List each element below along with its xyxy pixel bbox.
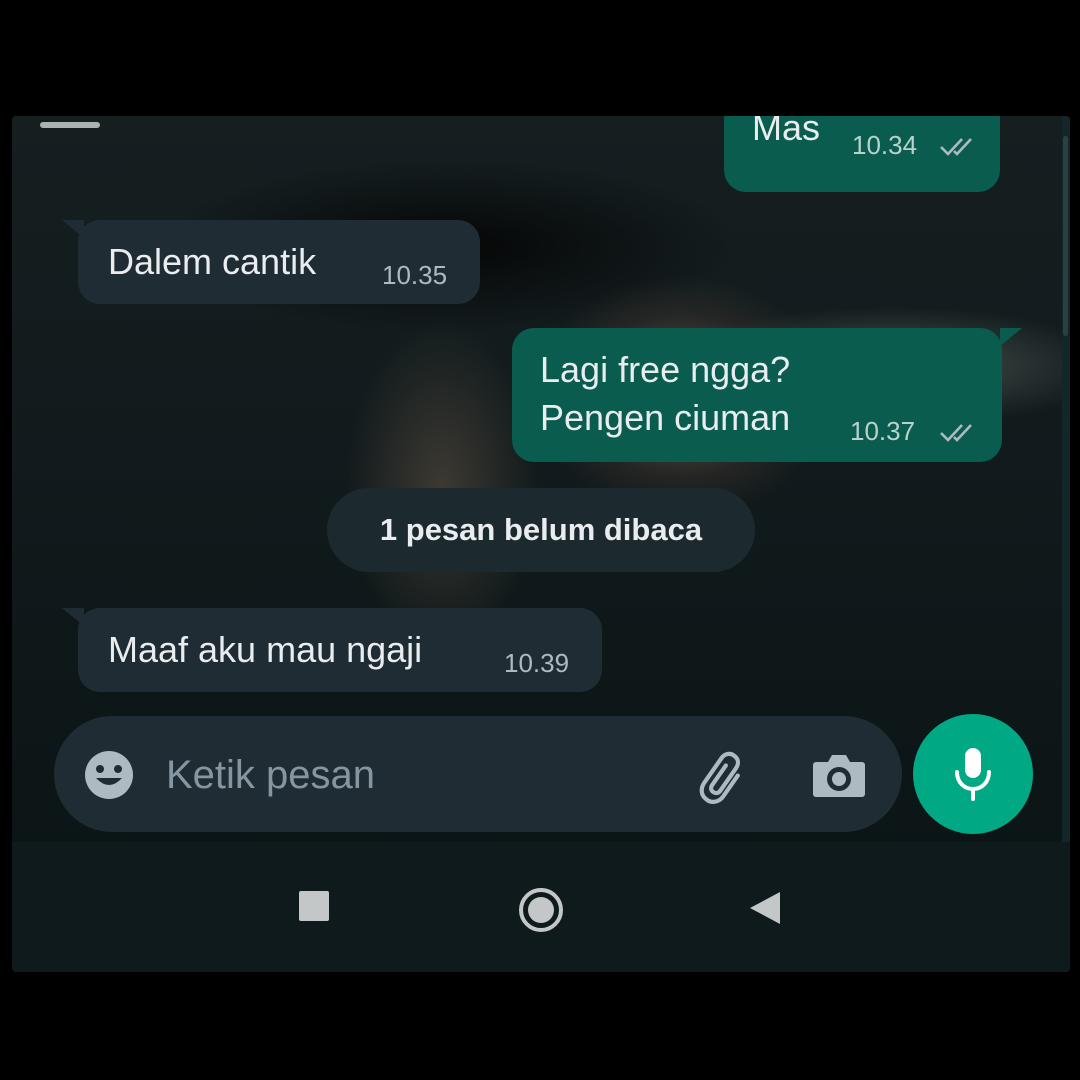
camera-icon[interactable]	[810, 748, 868, 802]
emoji-icon[interactable]	[82, 748, 136, 802]
scrollbar-thumb[interactable]	[1063, 136, 1068, 336]
system-navigation-bar	[12, 842, 1070, 972]
phone-screen: Mas 10.34 Dalem cantik 10.35 Lagi free n…	[12, 116, 1070, 972]
message-text: Lagi free ngga? Pengen ciuman	[540, 349, 791, 438]
message-time: 10.39	[504, 648, 570, 678]
message-text: Maaf aku mau ngaji	[108, 629, 423, 670]
message-time: 10.37	[850, 416, 916, 446]
message-bubble-outgoing[interactable]: Mas 10.34	[724, 116, 1000, 192]
recents-square-icon[interactable]	[298, 890, 330, 922]
message-text: Dalem cantik	[108, 241, 317, 282]
message-time: 10.35	[382, 260, 448, 290]
message-bubble-outgoing[interactable]: Lagi free ngga? Pengen ciuman 10.37	[512, 328, 1002, 462]
message-composer	[54, 716, 902, 832]
home-circle-icon[interactable]	[517, 886, 565, 934]
unread-messages-banner: 1 pesan belum dibaca	[327, 488, 755, 572]
double-check-icon	[940, 424, 972, 442]
back-triangle-icon[interactable]	[748, 890, 782, 926]
microphone-icon	[955, 748, 991, 801]
double-check-icon	[940, 138, 972, 156]
bubble-tail	[1000, 328, 1022, 346]
message-text: Mas	[752, 116, 821, 148]
screen-glare	[40, 122, 100, 128]
message-bubble-incoming[interactable]: Dalem cantik 10.35	[78, 220, 480, 304]
message-input[interactable]	[164, 744, 628, 806]
message-time: 10.34	[852, 130, 918, 160]
voice-message-button[interactable]	[913, 714, 1033, 834]
message-bubble-incoming[interactable]: Maaf aku mau ngaji 10.39	[78, 608, 602, 692]
paperclip-icon[interactable]	[694, 748, 754, 808]
